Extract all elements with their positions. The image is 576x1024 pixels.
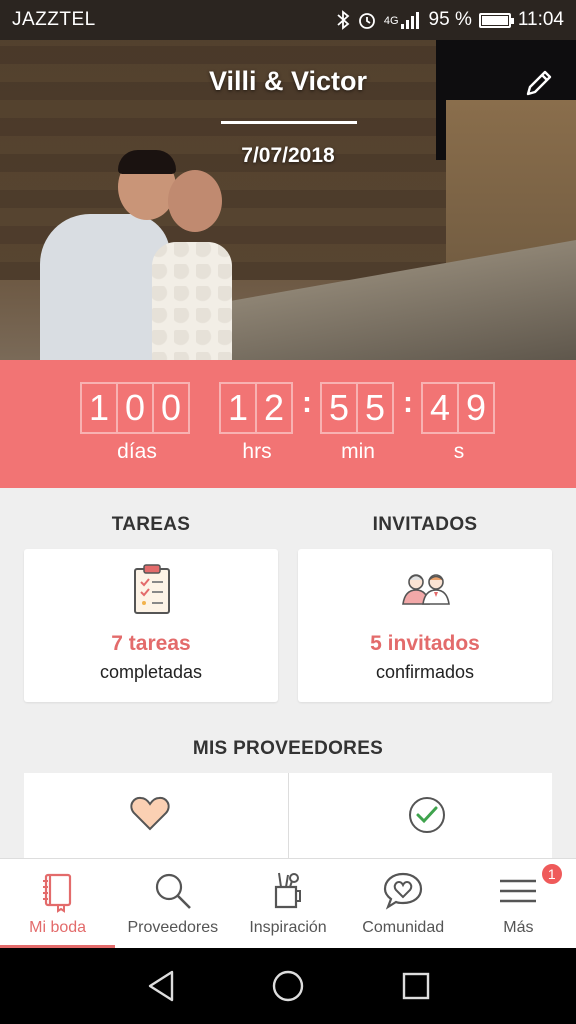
nav-label: Inspiración — [249, 919, 327, 936]
guests-people-icon — [402, 574, 450, 605]
bottom-navigation: Mi boda Proveedores Inspiración Comunida… — [0, 858, 576, 948]
battery-icon — [478, 12, 514, 28]
title-underline — [221, 121, 357, 124]
guests-count: 5 invitados — [370, 632, 480, 655]
alarm-icon — [358, 13, 375, 29]
couple-photo-header: Villi & Victor 7/07/2018 — [0, 40, 576, 360]
tasks-card[interactable]: 7 tareas completadas — [24, 549, 278, 702]
carrier-name: JAZZTEL — [12, 9, 96, 30]
back-icon[interactable] — [144, 968, 178, 1004]
hours-digit: 2 — [255, 382, 293, 434]
time-separator: : — [403, 386, 413, 419]
nav-label: Más — [503, 919, 534, 936]
guests-card[interactable]: 5 invitados confirmados — [298, 549, 552, 702]
countdown-seconds: 4 9 — [421, 382, 495, 434]
recent-apps-icon[interactable] — [399, 968, 433, 1004]
home-icon[interactable] — [271, 968, 305, 1004]
time-separator: : — [302, 386, 312, 419]
chat-heart-icon — [384, 872, 423, 910]
battery-percent: 95 % — [428, 9, 472, 30]
check-circle-icon — [408, 797, 445, 833]
tasks-count: 7 tareas — [111, 632, 191, 655]
days-digit: 0 — [152, 382, 190, 434]
minutes-digit: 5 — [320, 382, 358, 434]
notebook-icon — [42, 873, 71, 913]
nav-inspiracion[interactable]: Inspiración — [230, 859, 345, 948]
nav-comunidad[interactable]: Comunidad — [346, 859, 461, 948]
system-navigation-bar — [0, 948, 576, 1024]
nav-proveedores[interactable]: Proveedores — [115, 859, 230, 948]
heart-icon — [130, 796, 170, 831]
booked-providers[interactable] — [289, 773, 553, 863]
network-type: 4G — [383, 15, 399, 27]
guests-status: confirmados — [375, 662, 475, 682]
nav-label: Comunidad — [362, 919, 445, 936]
notification-badge: 1 — [539, 862, 564, 886]
search-icon — [155, 873, 191, 909]
nav-label: Proveedores — [127, 919, 219, 936]
seconds-digit: 9 — [457, 382, 495, 434]
days-label: días — [117, 440, 157, 463]
favorite-providers[interactable] — [24, 773, 288, 863]
tasks-heading: TAREAS — [111, 514, 191, 535]
minutes-label: min — [341, 440, 375, 463]
photo-couple — [40, 150, 240, 360]
days-digit: 0 — [116, 382, 154, 434]
seconds-label: s — [453, 440, 465, 463]
nav-label: Mi boda — [29, 919, 87, 936]
guests-heading: INVITADOS — [372, 514, 478, 535]
bluetooth-icon — [337, 10, 350, 30]
countdown-days: 1 0 0 — [80, 382, 190, 434]
countdown-minutes: 5 5 — [320, 382, 394, 434]
nav-mas[interactable]: Más 1 — [461, 859, 576, 948]
pencil-cup-icon — [274, 872, 301, 909]
couple-names: Villi & Victor — [208, 66, 368, 96]
signal-icon — [400, 12, 419, 29]
wedding-date: 7/07/2018 — [241, 144, 335, 167]
edit-pencil-icon[interactable] — [522, 66, 556, 100]
days-digit: 1 — [80, 382, 118, 434]
clock: 11:04 — [517, 9, 564, 30]
nav-mi-boda[interactable]: Mi boda — [0, 859, 116, 948]
hours-label: hrs — [242, 440, 272, 463]
providers-heading: MIS PROVEEDORES — [192, 738, 384, 759]
tasks-status: completadas — [99, 662, 203, 682]
minutes-digit: 5 — [356, 382, 394, 434]
clipboard-checklist-icon — [134, 564, 170, 614]
hours-digit: 1 — [219, 382, 257, 434]
seconds-digit: 4 — [421, 382, 459, 434]
countdown-hours: 1 2 — [219, 382, 293, 434]
menu-icon — [500, 879, 537, 903]
wedding-countdown: 1 0 0 1 2 : 5 5 : 4 9 días hrs min s — [0, 360, 576, 488]
status-bar: JAZZTEL 4G 95 % 11:04 — [0, 0, 576, 40]
providers-card — [24, 773, 552, 863]
